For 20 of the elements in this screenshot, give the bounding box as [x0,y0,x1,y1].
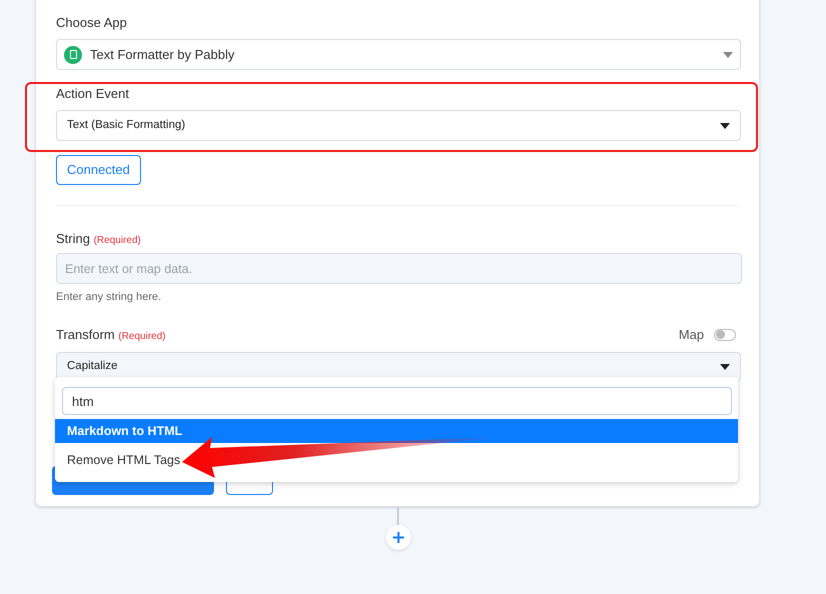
search-field[interactable]: htm [62,387,732,415]
caret-icon [720,122,730,128]
caret-icon [720,364,730,370]
connected-button[interactable]: Connected [56,155,141,185]
field-label: String (Required) [56,230,142,247]
map-label: Map [678,326,704,344]
dropdown-option[interactable]: Remove HTML Tags [67,451,180,470]
dropdown-option[interactable]: Markdown to HTML [55,419,738,443]
action-event-select[interactable]: Text (Basic Formatting) [56,110,741,141]
string-input-field[interactable]: Enter text or map data. [56,253,742,284]
app-logo-icon [64,46,82,64]
field-label: Choose App [56,14,128,31]
add-step-button[interactable] [386,525,411,550]
app-select[interactable]: Text Formatter by Pabbly [56,39,741,70]
field-label: Action Event [56,85,130,102]
caret-icon [723,52,733,58]
help-text: Enter any string here. [56,290,162,305]
field-label: Transform (Required) [56,326,167,344]
map-toggle[interactable] [714,328,736,340]
plus-icon [393,532,404,543]
